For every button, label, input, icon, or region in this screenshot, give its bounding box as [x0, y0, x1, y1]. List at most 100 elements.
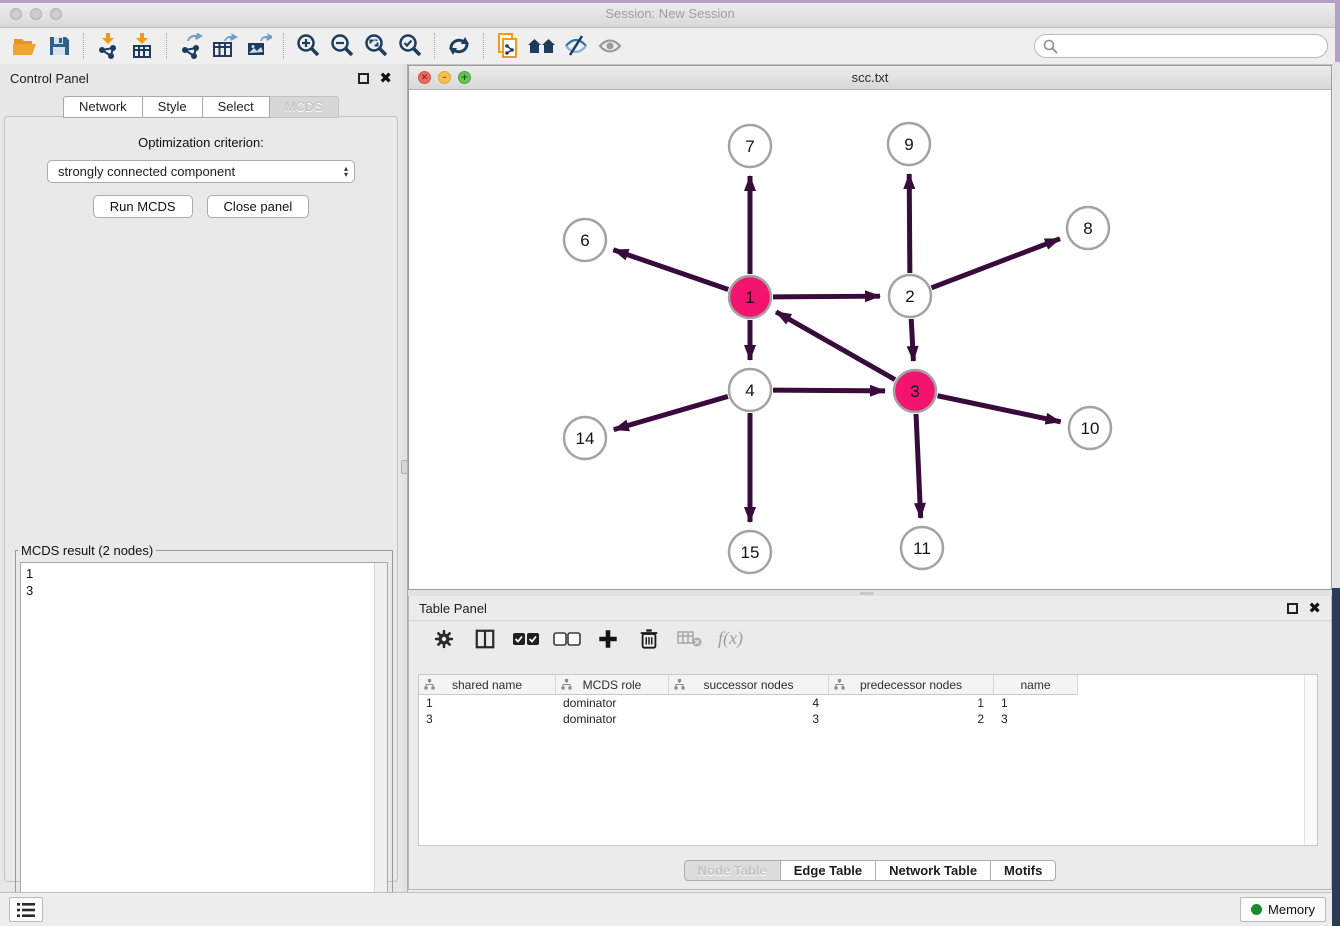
search-field[interactable] — [1034, 34, 1328, 58]
graph-edge-1-2[interactable] — [773, 296, 880, 297]
new-network-from-selection-icon[interactable] — [491, 31, 525, 61]
import-table-from-file-icon[interactable] — [125, 31, 159, 61]
graph-node-3[interactable]: 3 — [894, 370, 936, 412]
zoom-out-icon[interactable] — [325, 31, 359, 61]
graph-node-7[interactable]: 7 — [729, 125, 771, 167]
import-network-from-file-icon[interactable] — [91, 31, 125, 61]
graph-node-1[interactable]: 1 — [729, 276, 771, 318]
column-header-shared-name[interactable]: shared name — [419, 675, 556, 695]
node-label: 11 — [913, 539, 931, 558]
node-label: 14 — [576, 429, 595, 448]
close-table-panel-icon[interactable]: ✖ — [1308, 603, 1321, 614]
table-header-row: shared nameMCDS rolesuccessor nodesprede… — [419, 675, 1317, 695]
cell-name: 1 — [994, 695, 1078, 711]
node-label: 15 — [741, 543, 760, 562]
criterion-dropdown[interactable]: strongly connected component ▴▾ — [47, 160, 355, 183]
delete-columns-icon[interactable] — [630, 624, 667, 654]
tab-node-table[interactable]: Node Table — [684, 860, 781, 881]
add-column-icon[interactable] — [589, 624, 626, 654]
float-panel-icon[interactable] — [358, 73, 369, 84]
node-table: shared nameMCDS rolesuccessor nodesprede… — [418, 674, 1318, 846]
show-all-icon[interactable] — [593, 31, 627, 61]
save-session-icon[interactable] — [42, 31, 76, 61]
column-header-predecessor-nodes[interactable]: predecessor nodes — [829, 675, 994, 695]
graph-node-8[interactable]: 8 — [1067, 207, 1109, 249]
node-label: 7 — [745, 137, 754, 156]
column-settings-gear-icon[interactable] — [425, 624, 462, 654]
cell-mcds-role: dominator — [556, 695, 669, 711]
network-window-title: scc.txt — [409, 70, 1331, 85]
run-mcds-button[interactable]: Run MCDS — [93, 195, 193, 218]
result-scrollbar[interactable] — [374, 563, 387, 918]
memory-status-icon — [1251, 904, 1262, 915]
graph-edge-3-11[interactable] — [916, 414, 921, 518]
column-header-label: name — [1020, 678, 1050, 692]
table-row[interactable]: 1dominator411 — [419, 695, 1317, 711]
column-header-name[interactable]: name — [994, 675, 1078, 695]
cell-shared-name: 1 — [419, 695, 556, 711]
close-panel-icon[interactable]: ✖ — [379, 73, 392, 84]
tab-edge-table[interactable]: Edge Table — [781, 860, 876, 881]
graph-node-11[interactable]: 11 — [901, 527, 943, 569]
toolbar-separator — [483, 33, 484, 59]
graph-edge-2-8[interactable] — [931, 239, 1059, 288]
mcds-result-area[interactable]: 1 3 — [20, 562, 388, 919]
zoom-fit-content-icon[interactable] — [359, 31, 393, 61]
tab-mcds[interactable]: MCDS — [270, 96, 339, 118]
deselect-all-columns-icon[interactable] — [548, 624, 585, 654]
select-all-columns-icon[interactable] — [507, 624, 544, 654]
column-header-successor-nodes[interactable]: successor nodes — [669, 675, 829, 695]
graph-node-14[interactable]: 14 — [564, 417, 606, 459]
graph-node-10[interactable]: 10 — [1069, 407, 1111, 449]
network-canvas[interactable]: 1 2 3 4 6 7 8 9 10 11 14 15 — [409, 90, 1331, 589]
memory-button[interactable]: Memory — [1240, 897, 1326, 922]
tab-select[interactable]: Select — [203, 96, 270, 118]
graph-edge-4-14[interactable] — [614, 396, 728, 429]
hide-selected-icon[interactable] — [559, 31, 593, 61]
criterion-dropdown-value: strongly connected component — [58, 164, 235, 179]
tab-network[interactable]: Network — [63, 96, 143, 118]
mcds-result-title: MCDS result (2 nodes) — [18, 543, 156, 558]
table-row[interactable]: 3dominator323 — [419, 711, 1317, 727]
tab-motifs[interactable]: Motifs — [991, 860, 1056, 881]
graph-edge-3-10[interactable] — [938, 396, 1061, 422]
table-body: 1dominator4113dominator323 — [419, 695, 1317, 727]
close-panel-button[interactable]: Close panel — [207, 195, 310, 218]
export-table-icon[interactable] — [208, 31, 242, 61]
toolbar-separator — [83, 33, 84, 59]
zoom-selected-icon[interactable] — [393, 31, 427, 61]
column-type-icon — [674, 679, 685, 690]
export-image-icon[interactable] — [242, 31, 276, 61]
open-session-icon[interactable] — [8, 31, 42, 61]
graph-node-4[interactable]: 4 — [729, 369, 771, 411]
first-neighbors-icon[interactable] — [525, 31, 559, 61]
network-graph: 1 2 3 4 6 7 8 9 10 11 14 15 — [409, 90, 1331, 589]
toggle-column-pane-icon[interactable] — [466, 624, 503, 654]
memory-label: Memory — [1268, 902, 1315, 917]
graph-edge-2-3[interactable] — [911, 319, 913, 361]
divider-grip[interactable] — [860, 592, 874, 595]
graph-edge-4-3[interactable] — [773, 390, 885, 391]
tab-network-table[interactable]: Network Table — [876, 860, 991, 881]
apply-preferred-layout-icon[interactable] — [442, 31, 476, 61]
table-scrollbar[interactable] — [1304, 675, 1317, 845]
table-panel-title: Table Panel — [419, 601, 487, 616]
graph-node-15[interactable]: 15 — [729, 531, 771, 573]
tab-style[interactable]: Style — [143, 96, 203, 118]
graph-node-2[interactable]: 2 — [889, 275, 931, 317]
graph-edge-3-1[interactable] — [776, 312, 895, 380]
session-titlebar[interactable]: Session: New Session — [0, 0, 1340, 28]
network-view-window: ✕ – + scc.txt 1 2 3 4 6 7 8 9 10 11 14 15 — [408, 65, 1332, 590]
graph-edge-2-9[interactable] — [909, 174, 910, 273]
graph-node-9[interactable]: 9 — [888, 123, 930, 165]
graph-node-6[interactable]: 6 — [564, 219, 606, 261]
network-window-titlebar[interactable]: ✕ – + scc.txt — [409, 66, 1331, 90]
divider-grip[interactable] — [401, 460, 408, 474]
search-input[interactable] — [1058, 38, 1319, 55]
task-history-button[interactable] — [9, 897, 43, 922]
float-table-panel-icon[interactable] — [1287, 603, 1298, 614]
zoom-in-icon[interactable] — [291, 31, 325, 61]
column-header-mcds-role[interactable]: MCDS role — [556, 675, 669, 695]
graph-edge-1-6[interactable] — [613, 250, 728, 290]
export-network-icon[interactable] — [174, 31, 208, 61]
